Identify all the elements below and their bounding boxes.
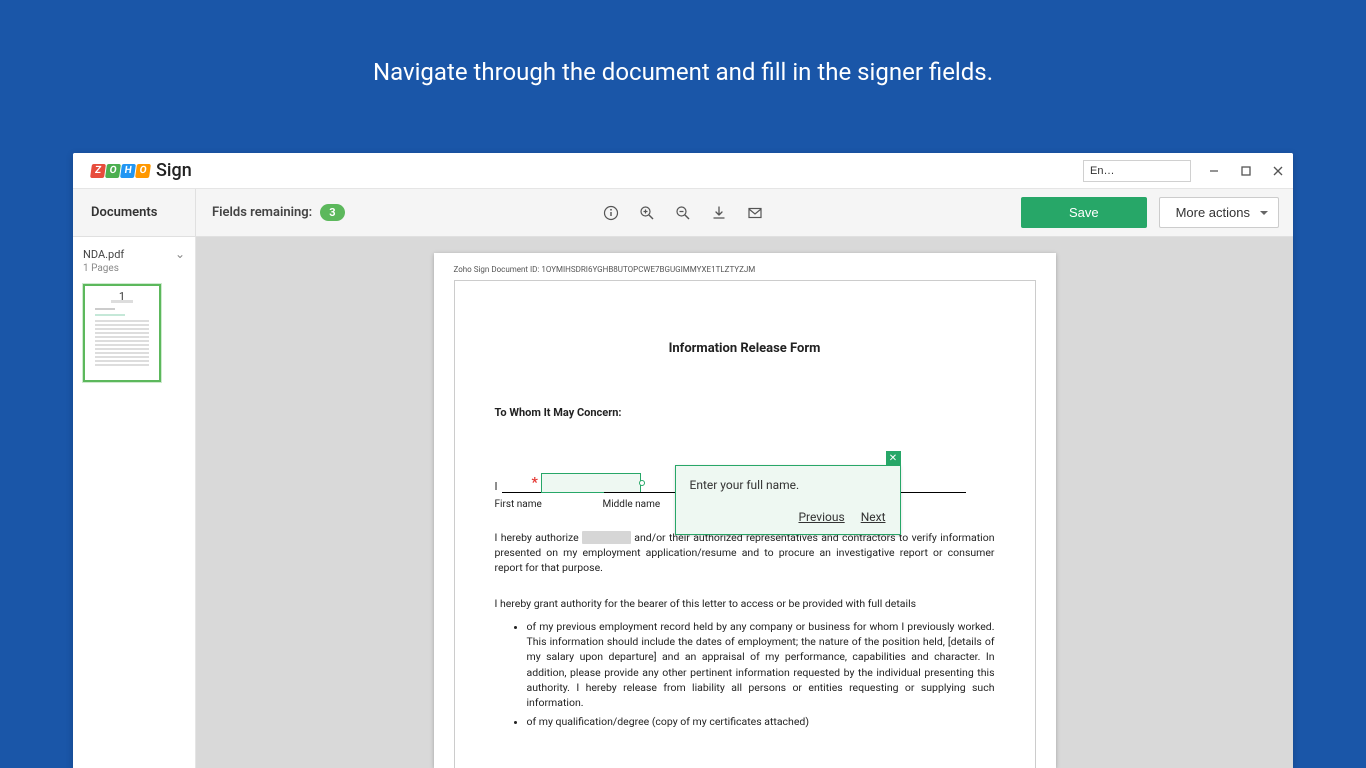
document-id: Zoho Sign Document ID: 1OYMIHSDRI6YGHB8U…: [454, 265, 1036, 274]
page-instruction: Navigate through the document and fill i…: [0, 0, 1366, 126]
fields-remaining-count: 3: [320, 204, 344, 221]
document-canvas[interactable]: Zoho Sign Document ID: 1OYMIHSDRI6YGHB8U…: [196, 237, 1293, 768]
paragraph-1: I hereby authorize xxxx and/or their aut…: [495, 530, 995, 576]
sidebar-header: Documents: [73, 189, 196, 236]
sidebar: NDA.pdf ⌄ 1 Pages 1: [73, 237, 196, 768]
field-tooltip: ✕ Enter your full name. Previous Next: [675, 465, 901, 535]
file-row[interactable]: NDA.pdf ⌄: [83, 247, 185, 261]
document-title: Information Release Form: [495, 341, 995, 356]
tooltip-close-icon[interactable]: ✕: [886, 451, 901, 466]
bullet-list: of my previous employment record held by…: [495, 619, 995, 730]
zoom-in-icon[interactable]: [639, 205, 655, 221]
bullet-item-1: of my previous employment record held by…: [527, 619, 995, 710]
file-pages-label: 1 Pages: [83, 263, 185, 274]
app-name: Sign: [156, 160, 192, 181]
maximize-icon[interactable]: [1239, 164, 1253, 178]
save-button[interactable]: Save: [1021, 197, 1147, 228]
page-thumbnail[interactable]: 1: [83, 284, 161, 382]
file-name: NDA.pdf: [83, 248, 124, 261]
first-name-label: First name: [495, 499, 603, 510]
fields-remaining-label: Fields remaining:: [212, 205, 312, 220]
brand-logo: ZOHO Sign: [91, 160, 192, 181]
language-selector[interactable]: [1083, 160, 1191, 182]
minimize-icon[interactable]: [1207, 164, 1221, 178]
info-icon[interactable]: [603, 205, 619, 221]
titlebar: ZOHO Sign: [73, 153, 1293, 189]
tooltip-next-link[interactable]: Next: [861, 510, 886, 524]
tooltip-previous-link[interactable]: Previous: [798, 510, 844, 524]
toolbar: Documents Fields remaining: 3 Save More …: [73, 189, 1293, 237]
salutation: To Whom It May Concern:: [495, 406, 995, 419]
document-page: Zoho Sign Document ID: 1OYMIHSDRI6YGHB8U…: [434, 253, 1056, 768]
paragraph-2: I hereby grant authority for the bearer …: [495, 596, 995, 611]
app-window: ZOHO Sign Documents Fields remaining:: [73, 153, 1293, 768]
more-actions-button[interactable]: More actions: [1159, 197, 1279, 228]
zoho-logo-icon: ZOHO: [91, 164, 150, 178]
zoom-out-icon[interactable]: [675, 205, 691, 221]
tooltip-text: Enter your full name.: [690, 478, 886, 492]
download-icon[interactable]: [711, 205, 727, 221]
bullet-item-2: of my qualification/degree (copy of my c…: [527, 714, 995, 729]
close-icon[interactable]: [1271, 164, 1285, 178]
mail-icon[interactable]: [747, 205, 763, 221]
fields-remaining: Fields remaining: 3: [212, 204, 345, 221]
first-name-field-line: [502, 479, 602, 493]
chevron-down-icon[interactable]: ⌄: [175, 247, 185, 261]
